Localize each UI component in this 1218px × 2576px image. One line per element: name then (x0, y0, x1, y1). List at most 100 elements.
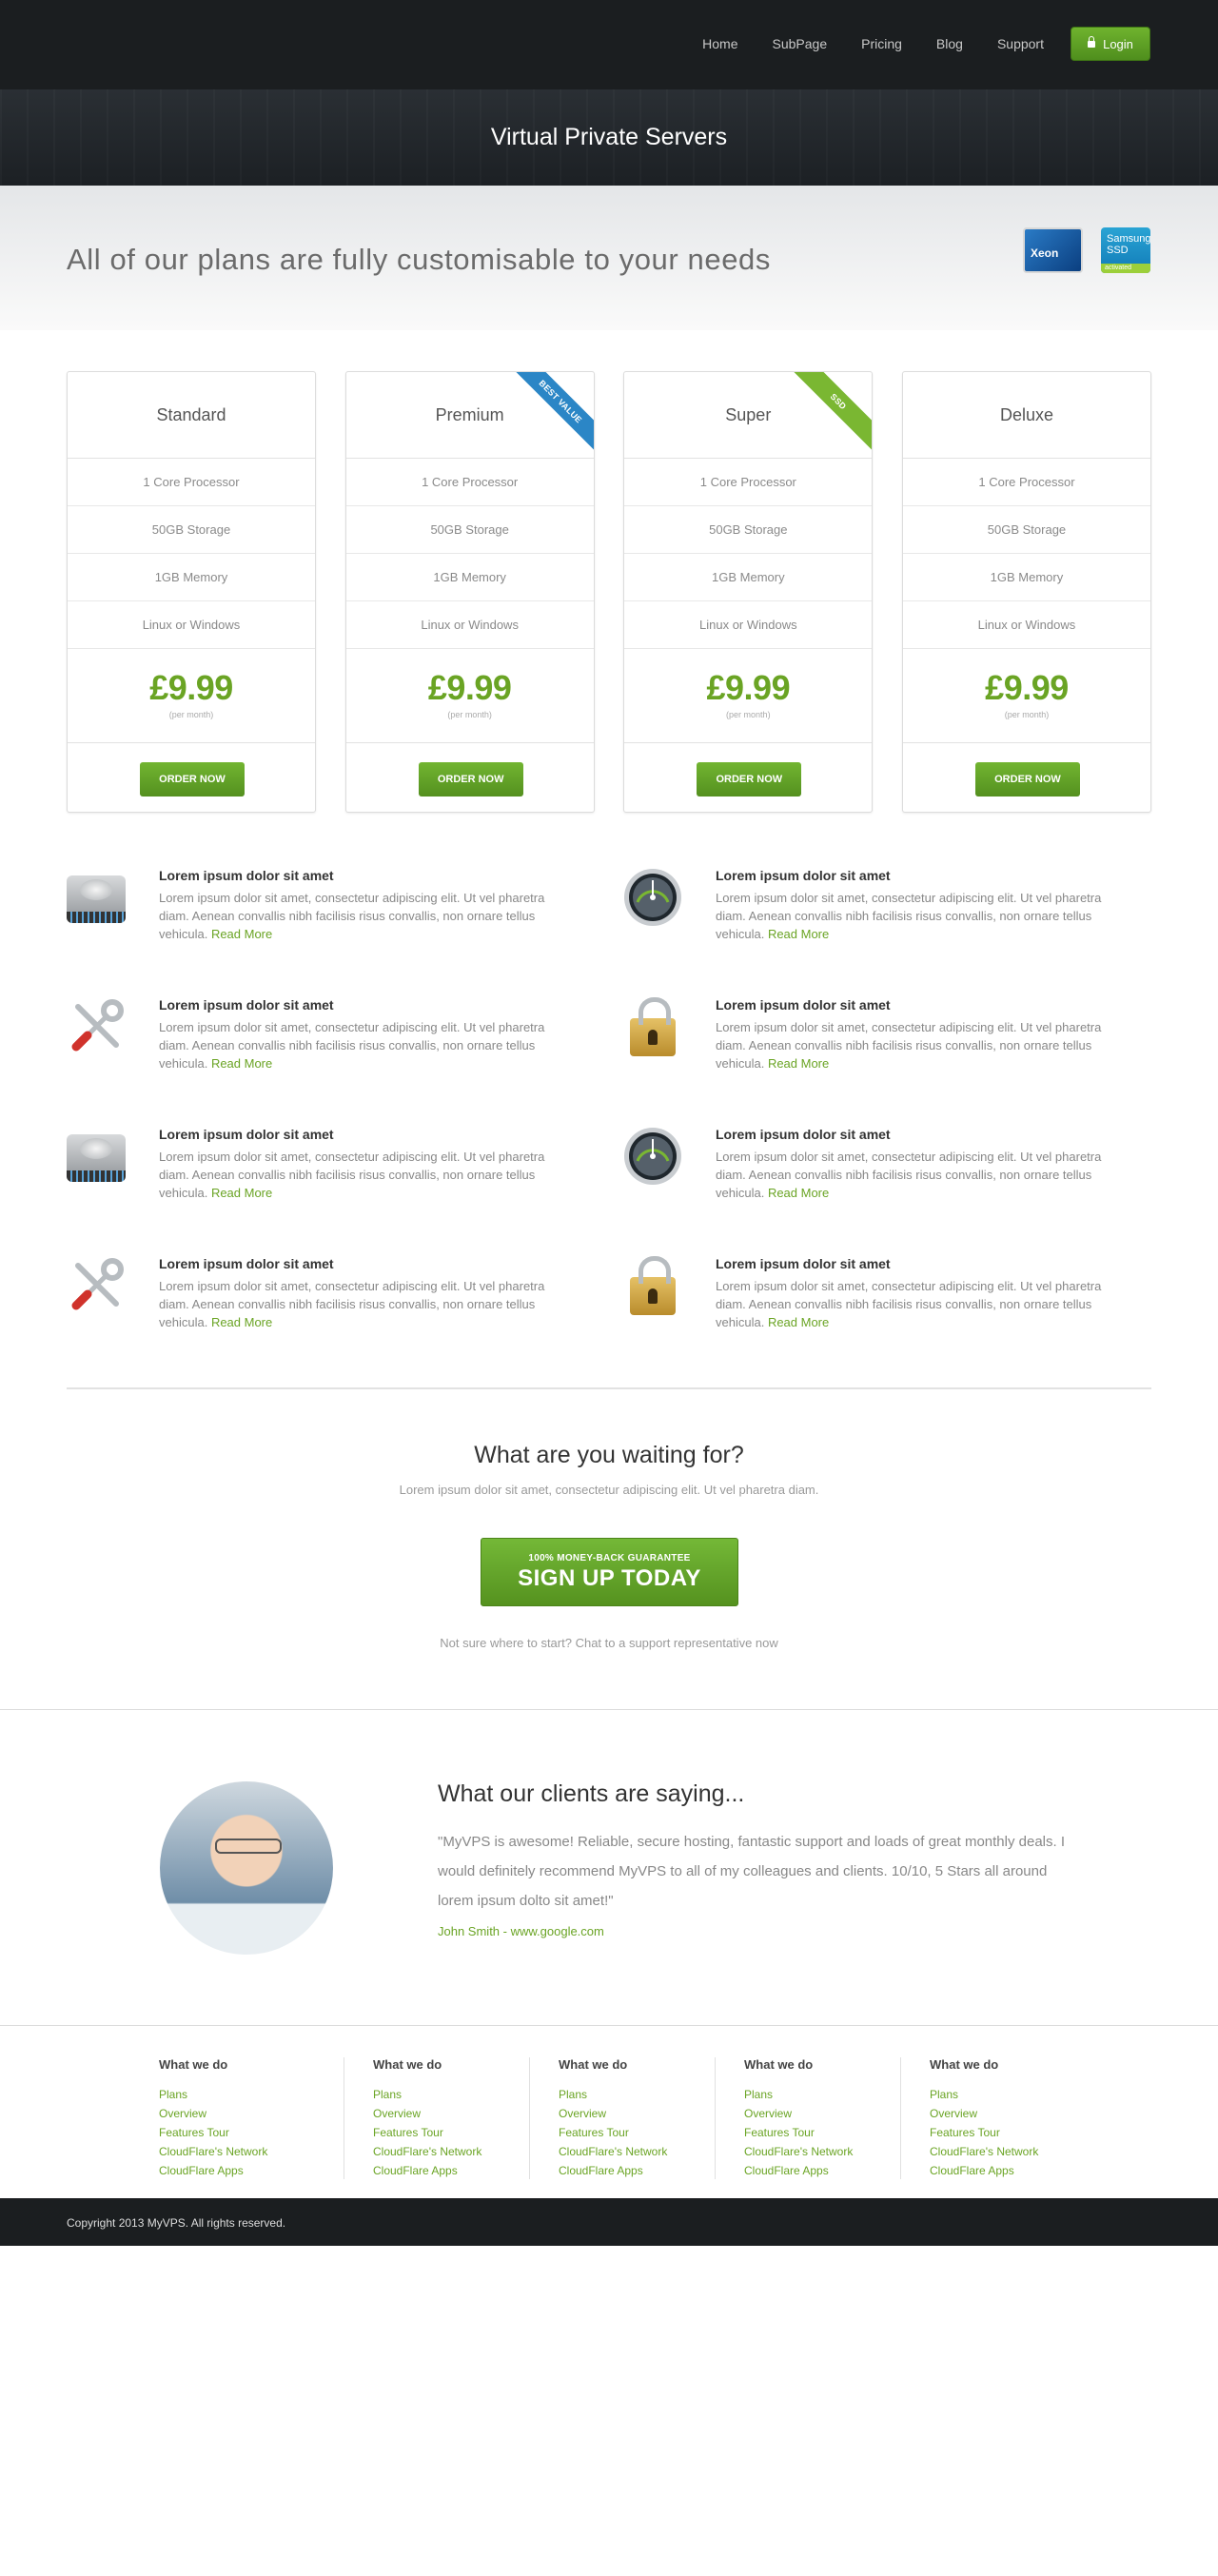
footer-link-apps[interactable]: CloudFlare Apps (559, 2161, 715, 2180)
nav-subpage-link[interactable]: SubPage (773, 36, 828, 51)
footer-link-plans[interactable]: Plans (930, 2085, 1087, 2104)
top-navigation: Home SubPage Pricing Blog Support Login (0, 0, 1218, 89)
intel-badge-label: Xeon (1031, 246, 1059, 260)
plan-price: £9.99 (985, 668, 1069, 707)
padlock-icon (630, 1256, 676, 1315)
tagline-band: All of our plans are fully customisable … (0, 186, 1218, 330)
testimonial-quote: "MyVPS is awesome! Reliable, secure host… (438, 1834, 1065, 1909)
plan-feature: 50GB Storage (902, 506, 1150, 554)
footer-link-apps[interactable]: CloudFlare Apps (373, 2161, 529, 2180)
read-more-link[interactable]: Read More (211, 1186, 272, 1200)
footer-link-overview[interactable]: Overview (559, 2104, 715, 2123)
footer-link-overview[interactable]: Overview (373, 2104, 529, 2123)
read-more-link[interactable]: Read More (211, 927, 272, 941)
plan-feature: 50GB Storage (345, 506, 594, 554)
footer-link-apps[interactable]: CloudFlare Apps (159, 2161, 344, 2180)
feature-title: Lorem ipsum dolor sit amet (716, 1256, 891, 1271)
plan-feature: 1 Core Processor (624, 459, 873, 506)
footer-link-plans[interactable]: Plans (744, 2085, 900, 2104)
footer-link-apps[interactable]: CloudFlare Apps (930, 2161, 1087, 2180)
read-more-link[interactable]: Read More (768, 1056, 829, 1071)
section-divider (0, 1709, 1218, 1710)
footer-column: What we do Plans Overview Features Tour … (344, 2057, 530, 2179)
footer-link-features-tour[interactable]: Features Tour (930, 2123, 1087, 2142)
plan-period: (per month) (168, 710, 214, 719)
plan-period: (per month) (447, 710, 492, 719)
sign-up-button[interactable]: 100% MONEY-BACK GUARANTEE SIGN UP TODAY (481, 1538, 738, 1606)
order-now-button[interactable]: ORDER NOW (140, 762, 245, 796)
feature-text: Lorem ipsum dolor sit amet, consectetur … (159, 1148, 578, 1202)
support-chat-text[interactable]: Not sure where to start? Chat to a suppo… (0, 1636, 1218, 1650)
footer-link-network[interactable]: CloudFlare's Network (373, 2142, 529, 2161)
feature-text: Lorem ipsum dolor sit amet, consectetur … (716, 1148, 1134, 1202)
footer-link-overview[interactable]: Overview (744, 2104, 900, 2123)
nav-home-link[interactable]: Home (702, 36, 737, 51)
gauge-icon (624, 869, 681, 926)
feature-title: Lorem ipsum dolor sit amet (716, 868, 891, 883)
order-now-button[interactable]: ORDER NOW (697, 762, 802, 796)
lock-icon (1088, 35, 1096, 48)
pricing-plans: Standard 1 Core Processor 50GB Storage 1… (67, 371, 1151, 813)
nav-menu: Home SubPage Pricing Blog Support Login (702, 27, 1150, 61)
footer-link-features-tour[interactable]: Features Tour (373, 2123, 529, 2142)
plan-name: Standard (68, 372, 315, 459)
footer-link-features-tour[interactable]: Features Tour (559, 2123, 715, 2142)
testimonial-title: What our clients are saying... (438, 1780, 745, 1807)
footer-link-overview[interactable]: Overview (159, 2104, 344, 2123)
nav-support-link[interactable]: Support (997, 36, 1044, 51)
footer-link-network[interactable]: CloudFlare's Network (159, 2142, 344, 2161)
plan-price-box: £9.99 (per month) (902, 649, 1150, 743)
footer-link-network[interactable]: CloudFlare's Network (744, 2142, 900, 2161)
nav-pricing-link[interactable]: Pricing (861, 36, 902, 51)
read-more-link[interactable]: Read More (768, 1186, 829, 1200)
footer-column-title: What we do (930, 2057, 999, 2072)
copyright-text: Copyright 2013 MyVPS. All rights reserve… (67, 2216, 286, 2230)
read-more-link[interactable]: Read More (768, 927, 829, 941)
read-more-link[interactable]: Read More (211, 1315, 272, 1329)
signup-label: SIGN UP TODAY (518, 1565, 701, 1591)
footer-link-network[interactable]: CloudFlare's Network (559, 2142, 715, 2161)
page-title: Virtual Private Servers (490, 124, 728, 150)
plan-feature: 1 Core Processor (345, 459, 594, 506)
footer-columns: What we do Plans Overview Features Tour … (159, 2057, 1087, 2179)
order-now-button[interactable]: ORDER NOW (974, 762, 1080, 796)
footer-link-overview[interactable]: Overview (930, 2104, 1087, 2123)
order-now-button[interactable]: ORDER NOW (418, 762, 523, 796)
footer-link-features-tour[interactable]: Features Tour (159, 2123, 344, 2142)
tools-icon (71, 1258, 124, 1310)
client-avatar (160, 1781, 333, 1955)
tools-icon (71, 999, 124, 1052)
feature-item: Lorem ipsum dolor sit amet Lorem ipsum d… (67, 862, 580, 941)
ssd-badge-sub: activated (1101, 264, 1150, 273)
feature-item: Lorem ipsum dolor sit amet Lorem ipsum d… (623, 1121, 1137, 1200)
nav-blog-link[interactable]: Blog (936, 36, 963, 51)
plan-feature: Linux or Windows (345, 601, 594, 649)
testimonial-author-link[interactable]: John Smith - www.google.com (438, 1924, 604, 1938)
plan-feature: 1GB Memory (624, 554, 873, 601)
plan-feature: 1 Core Processor (68, 459, 315, 506)
feature-title: Lorem ipsum dolor sit amet (159, 997, 334, 1013)
plan-feature: 1GB Memory (902, 554, 1150, 601)
plan-feature: 50GB Storage (68, 506, 315, 554)
intel-xeon-badge: Xeon (1023, 227, 1083, 273)
padlock-icon (630, 997, 676, 1056)
footer-link-plans[interactable]: Plans (159, 2085, 344, 2104)
footer-column-title: What we do (373, 2057, 442, 2072)
plan-period: (per month) (1004, 710, 1050, 719)
plan-feature: Linux or Windows (902, 601, 1150, 649)
cta-subtitle: Lorem ipsum dolor sit amet, consectetur … (399, 1483, 819, 1497)
footer-link-plans[interactable]: Plans (373, 2085, 529, 2104)
plan-feature: 50GB Storage (624, 506, 873, 554)
footer-link-plans[interactable]: Plans (559, 2085, 715, 2104)
feature-item: Lorem ipsum dolor sit amet Lorem ipsum d… (623, 862, 1137, 941)
read-more-link[interactable]: Read More (768, 1315, 829, 1329)
footer-link-network[interactable]: CloudFlare's Network (930, 2142, 1087, 2161)
login-button[interactable]: Login (1071, 27, 1150, 61)
feature-item: Lorem ipsum dolor sit amet Lorem ipsum d… (67, 1250, 580, 1329)
read-more-link[interactable]: Read More (211, 1056, 272, 1071)
footer-link-features-tour[interactable]: Features Tour (744, 2123, 900, 2142)
footer-column-title: What we do (159, 2057, 228, 2072)
feature-item: Lorem ipsum dolor sit amet Lorem ipsum d… (67, 1121, 580, 1200)
footer-link-apps[interactable]: CloudFlare Apps (744, 2161, 900, 2180)
plan-feature: Linux or Windows (68, 601, 315, 649)
